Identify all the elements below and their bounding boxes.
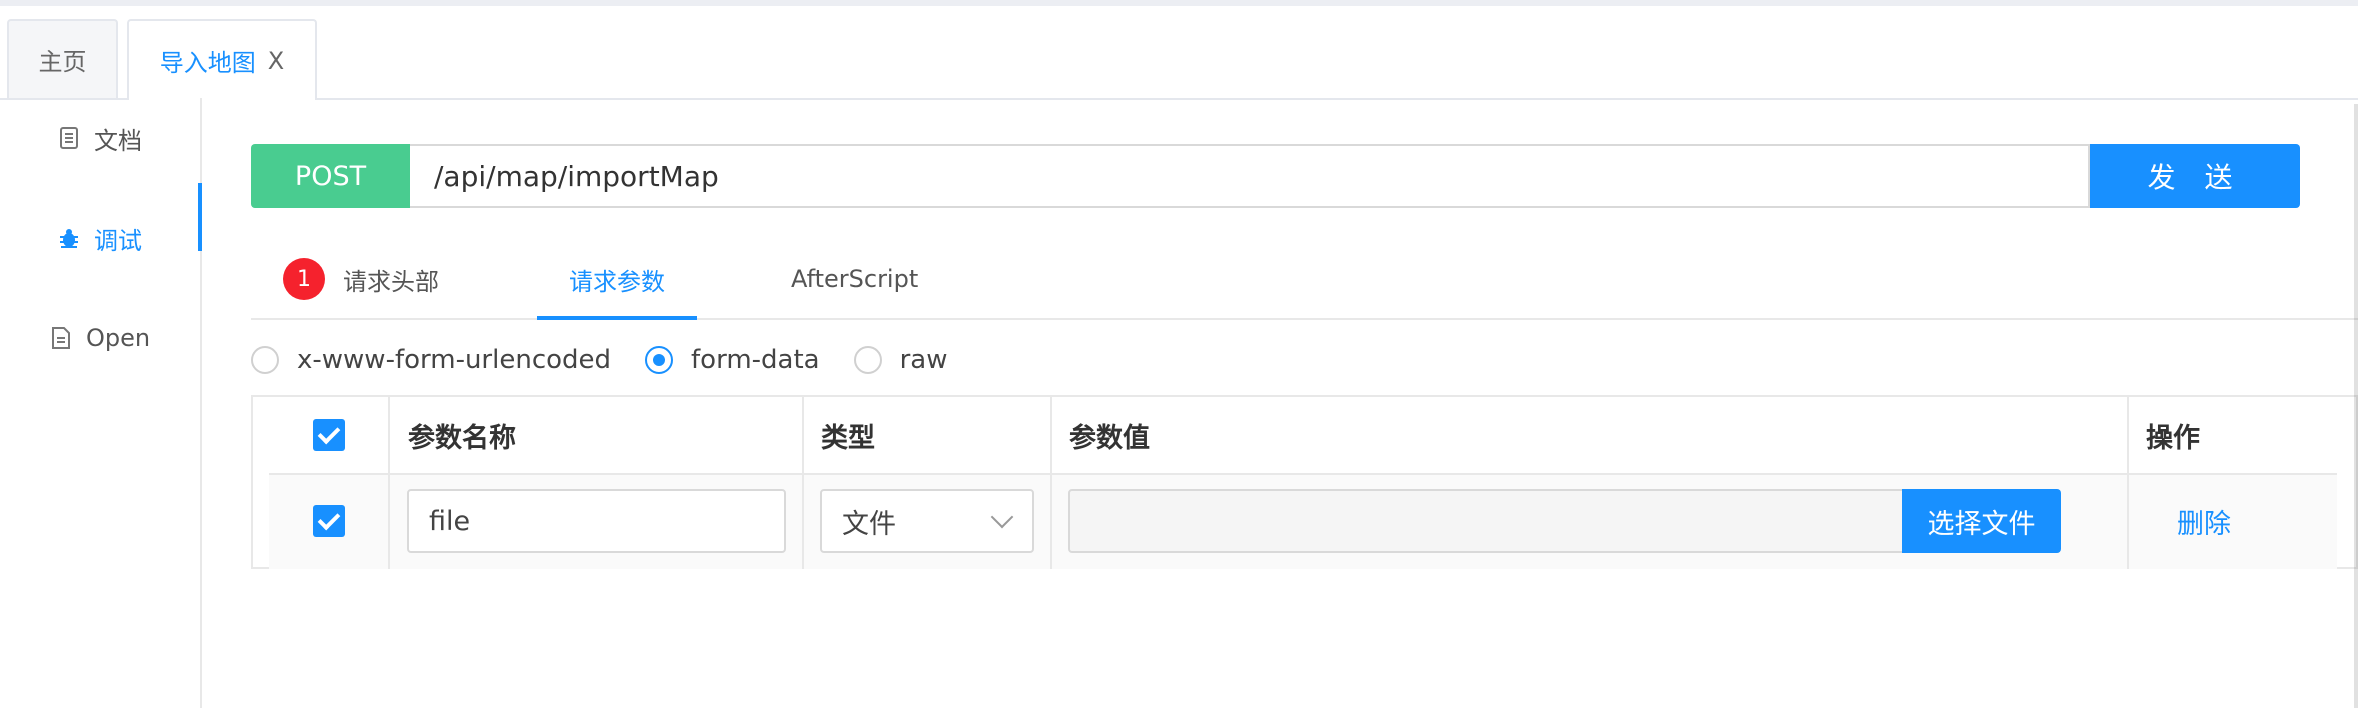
radio-label: x-www-form-urlencoded [297, 345, 612, 375]
radio-button[interactable] [853, 346, 882, 374]
sidebar-item-label: 文档 [94, 126, 142, 155]
tab-request-headers[interactable]: 1 请求头部 [283, 240, 439, 318]
tab-home[interactable]: 主页 [7, 19, 118, 98]
choose-file-button[interactable]: 选择文件 [1902, 489, 2061, 553]
count-badge: 1 [283, 258, 325, 300]
tab-import-map[interactable]: 导入地图 X [127, 19, 317, 100]
column-divider [2127, 397, 2129, 569]
column-header-name: 参数名称 [408, 422, 516, 454]
body-type-radio-group: x-www-form-urlencoded form-data raw [251, 340, 982, 380]
scrollbar[interactable] [2354, 104, 2358, 708]
send-button[interactable]: 发 送 [2090, 144, 2300, 208]
tab-request-headers-label: 请求头部 [343, 267, 439, 296]
column-header-actions: 操作 [2146, 422, 2200, 454]
sidebar-item-label: 调试 [94, 226, 142, 255]
request-tabs: 1 请求头部 请求参数 AfterScript [251, 240, 2358, 320]
sidebar-item-label: Open [85, 324, 151, 352]
radio-label: form-data [691, 345, 820, 375]
param-name-input[interactable]: file [407, 489, 786, 553]
sidebar: 文档 调试 Open [0, 98, 202, 708]
chevron-down-icon [990, 505, 1014, 529]
column-divider [802, 397, 804, 569]
param-type-select[interactable]: 文件 [820, 489, 1034, 553]
column-header-type: 类型 [821, 422, 875, 454]
tab-afterscript[interactable]: AfterScript [791, 240, 918, 318]
tab-request-params-label: 请求参数 [569, 267, 665, 296]
tab-import-map-label: 导入地图 [159, 49, 256, 77]
method-select[interactable]: POST [251, 144, 410, 208]
bug-icon [58, 226, 80, 250]
delete-row-link[interactable]: 删除 [2177, 489, 2231, 553]
radio-label: raw [899, 345, 948, 375]
sidebar-item-debug[interactable]: 调试 [0, 183, 202, 258]
table-row-divider [269, 473, 2337, 475]
select-all-checkbox[interactable] [313, 419, 345, 451]
column-header-value: 参数值 [1069, 422, 1150, 454]
file-icon [50, 326, 72, 350]
column-divider [388, 397, 390, 569]
sidebar-item-docs[interactable]: 文档 [0, 118, 200, 158]
radio-urlencoded[interactable]: x-www-form-urlencoded [251, 345, 611, 375]
tab-request-params[interactable]: 请求参数 [537, 240, 697, 320]
radio-button[interactable] [251, 346, 279, 374]
tab-afterscript-label: AfterScript [791, 265, 919, 293]
param-type-value: 文件 [842, 508, 896, 540]
request-bar: POST /api/map/importMap 发 送 [251, 144, 2300, 208]
row-checkbox[interactable] [313, 505, 345, 537]
tab-bar: 主页 导入地图 X [0, 6, 2358, 100]
tab-home-label: 主页 [38, 48, 87, 76]
params-table: 参数名称 类型 参数值 操作 file 文件 选择文件 删除 [251, 395, 2358, 569]
param-value-field[interactable] [1068, 489, 1908, 553]
sidebar-item-open[interactable]: Open [0, 318, 200, 358]
column-divider [1050, 397, 1052, 569]
radio-form-data[interactable]: form-data [645, 345, 820, 375]
document-icon [58, 126, 80, 150]
radio-button[interactable] [645, 346, 674, 374]
close-icon[interactable]: X [268, 47, 284, 75]
url-input[interactable]: /api/map/importMap [410, 144, 2090, 208]
radio-raw[interactable]: raw [853, 345, 948, 375]
